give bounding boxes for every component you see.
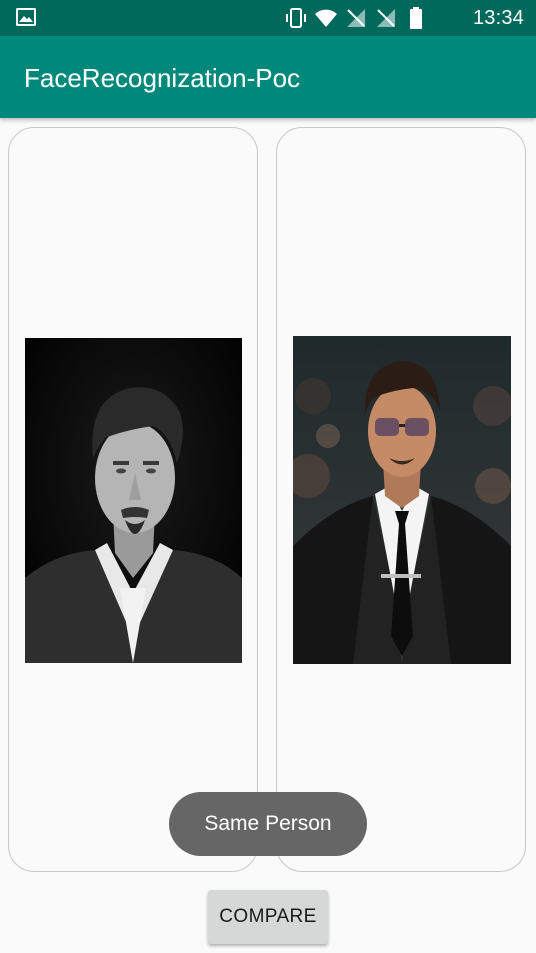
portrait-photo-color[interactable] [293, 336, 511, 664]
signal-off-icon [377, 9, 395, 27]
status-bar: 13:34 [0, 0, 536, 36]
vibrate-icon [286, 8, 306, 28]
status-icons [284, 6, 428, 30]
gallery-icon [16, 8, 36, 26]
app-bar: FaceRecognization-Poc [0, 36, 536, 118]
compare-button[interactable]: COMPARE [208, 890, 328, 944]
image-card-left[interactable] [8, 127, 258, 872]
toast-message: Same Person [169, 792, 367, 856]
app-title: FaceRecognization-Poc [24, 63, 301, 93]
status-time: 13:34 [472, 7, 524, 29]
wifi-icon [315, 9, 337, 27]
image-card-right[interactable] [276, 127, 526, 872]
screen: 13:34 FaceRecognization-Poc Same Person … [0, 0, 536, 953]
signal-off-icon [347, 9, 365, 27]
battery-icon [410, 7, 422, 29]
portrait-photo-bw[interactable] [25, 338, 242, 663]
